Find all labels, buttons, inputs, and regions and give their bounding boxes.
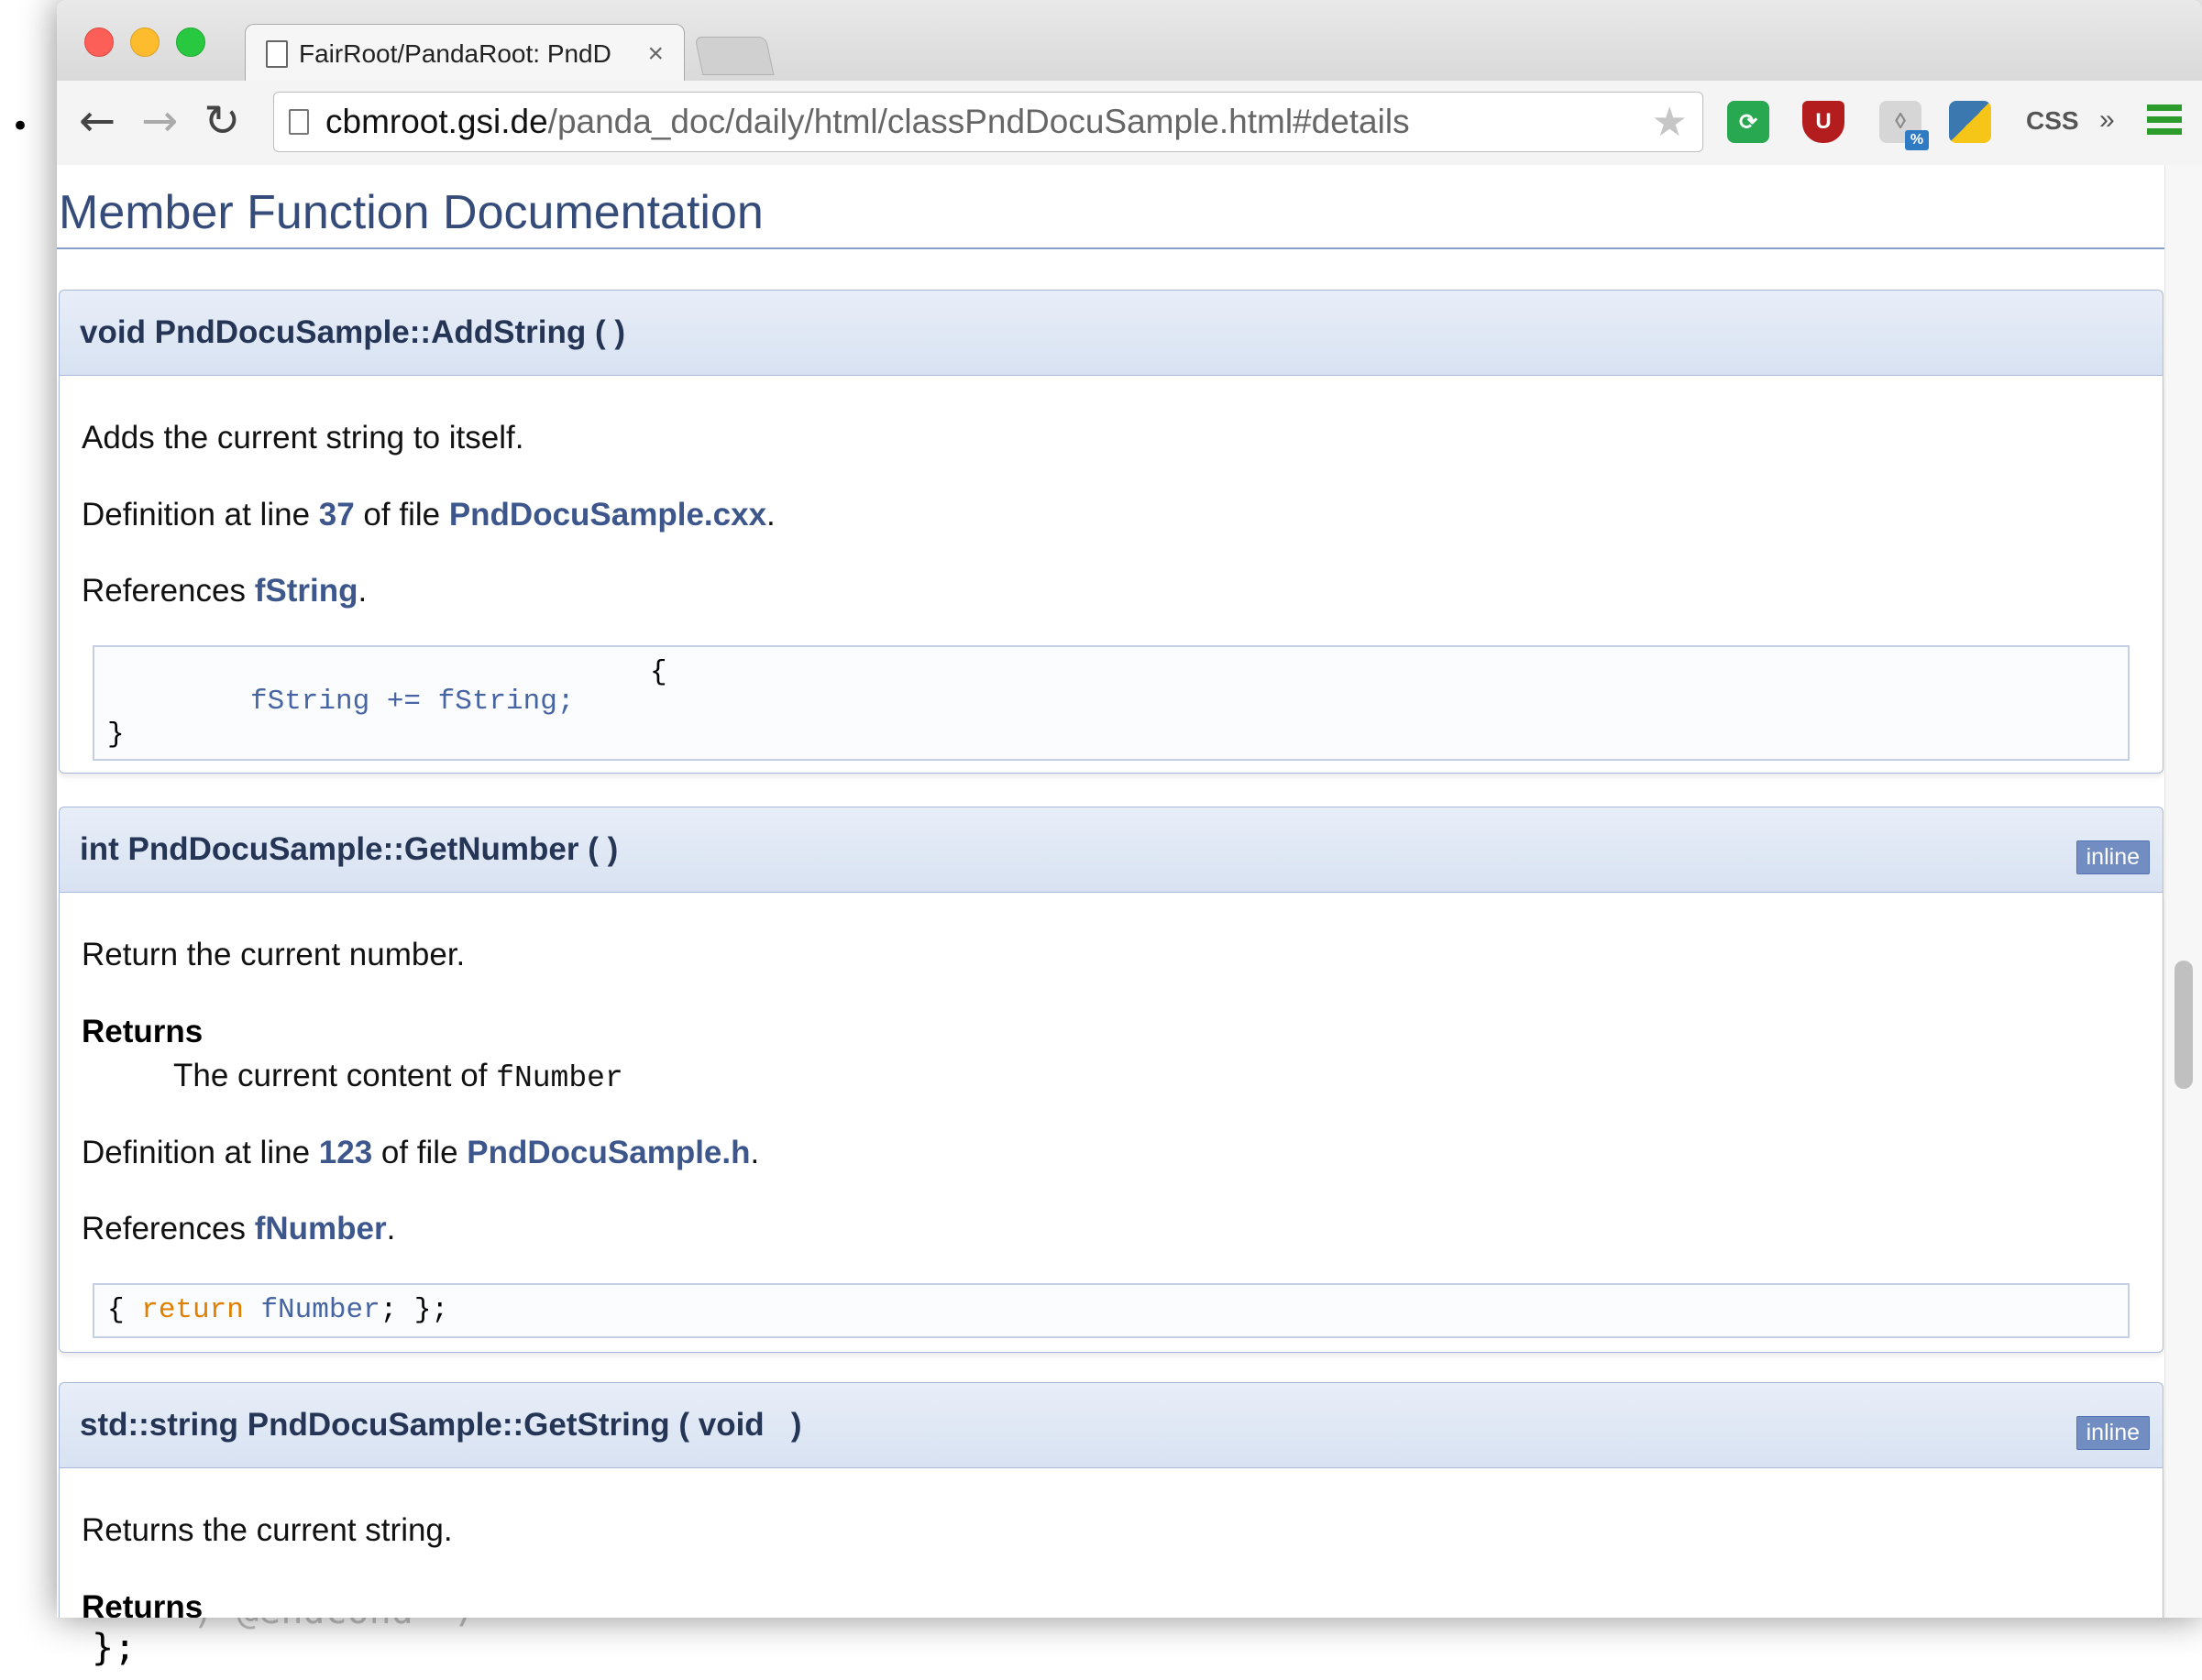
page-title: Member Function Documentation xyxy=(59,186,764,239)
code-fragment: { fString += fString; } xyxy=(93,645,2130,761)
code-line: { return fNumber; }; xyxy=(107,1294,449,1326)
member-doc: Return the current number. Returns The c… xyxy=(59,893,2163,1353)
member-doc: Returns the current string. Returns xyxy=(59,1468,2163,1618)
sync-extension-icon[interactable]: ⟳ xyxy=(1727,101,1769,143)
definition-line: Definition at line 123 of file PndDocuSa… xyxy=(82,1135,760,1170)
scrollbar-thumb[interactable] xyxy=(2174,961,2193,1089)
close-window-button[interactable] xyxy=(84,27,114,57)
minimize-window-button[interactable] xyxy=(130,27,160,57)
reference-link[interactable]: fNumber xyxy=(255,1211,387,1246)
tab-title: FairRoot/PandaRoot: PndD xyxy=(299,38,611,68)
menu-hamburger-icon[interactable] xyxy=(2147,104,2182,137)
definition-line: Definition at line 37 of file PndDocuSam… xyxy=(82,497,776,533)
browser-tab[interactable]: FairRoot/PandaRoot: PndD × xyxy=(245,24,685,82)
back-arrow-icon[interactable]: ← xyxy=(79,99,116,143)
page-content: Member Function Documentation void PndDo… xyxy=(57,165,2165,1618)
page-icon xyxy=(289,109,309,135)
reload-icon[interactable]: ↻ xyxy=(204,99,240,143)
signature-text: int PndDocuSample::GetNumber ( ) xyxy=(80,831,619,867)
code-brace-open: { xyxy=(650,656,667,688)
reference-link[interactable]: fString xyxy=(255,573,358,609)
code-brace-close: } xyxy=(107,719,125,751)
code-fragment: { return fNumber; }; xyxy=(93,1283,2130,1338)
zoom-window-button[interactable] xyxy=(176,27,205,57)
forward-arrow-icon[interactable]: → xyxy=(141,99,178,143)
member-signature: std::string PndDocuSample::GetString ( v… xyxy=(59,1382,2163,1468)
returns-code: fNumber xyxy=(496,1061,623,1095)
css-extension-icon[interactable]: CSS xyxy=(2026,106,2079,136)
code-statement[interactable]: fString += fString; xyxy=(250,686,574,718)
member-item: void PndDocuSample::AddString ( ) Adds t… xyxy=(59,290,2163,774)
title-bar: FairRoot/PandaRoot: PndD × xyxy=(57,0,2202,82)
member-doc: Adds the current string to itself. Defin… xyxy=(59,376,2163,774)
python-extension-icon[interactable] xyxy=(1949,101,1991,143)
background-code-closing: }; xyxy=(92,1627,137,1669)
signature-text: std::string PndDocuSample::GetString ( v… xyxy=(80,1407,802,1443)
shield-percent-extension-icon[interactable]: ◊% xyxy=(1879,101,1929,150)
inline-badge: inline xyxy=(2075,840,2150,874)
file-link[interactable]: PndDocuSample.cxx xyxy=(449,497,766,533)
ublock-shield-icon[interactable]: U xyxy=(1802,101,1844,143)
url-path: /panda_doc/daily/html/classPndDocuSample… xyxy=(547,103,1410,140)
member-item: std::string PndDocuSample::GetString ( v… xyxy=(59,1382,2163,1618)
brief-description: Return the current number. xyxy=(82,937,466,972)
url-text[interactable]: cbmroot.gsi.de/panda_doc/daily/html/clas… xyxy=(325,103,1410,141)
code-variable-link[interactable]: fNumber xyxy=(244,1294,380,1326)
browser-window: FairRoot/PandaRoot: PndD × ← → ↻ cbmroot… xyxy=(57,0,2202,1618)
code-keyword: return xyxy=(141,1294,244,1326)
line-number-link[interactable]: 123 xyxy=(319,1135,372,1170)
signature-text: void PndDocuSample::AddString ( ) xyxy=(80,314,625,350)
returns-label: Returns xyxy=(82,1014,204,1049)
brief-description: Adds the current string to itself. xyxy=(82,420,524,456)
returns-description: The current content of fNumber xyxy=(173,1058,623,1095)
url-host: cbmroot.gsi.de xyxy=(325,103,548,140)
brief-description: Returns the current string. xyxy=(82,1512,453,1548)
inline-badge: inline xyxy=(2075,1416,2150,1450)
line-number-link[interactable]: 37 xyxy=(319,497,355,533)
file-link[interactable]: PndDocuSample.h xyxy=(467,1135,750,1170)
member-signature: void PndDocuSample::AddString ( ) xyxy=(59,290,2163,376)
percent-badge: % xyxy=(1905,130,1929,150)
bookmark-star-icon[interactable]: ★ xyxy=(1652,99,1688,146)
heading-rule xyxy=(57,247,2165,249)
background-bullet: • xyxy=(11,108,30,145)
tab-close-button[interactable]: × xyxy=(647,38,664,70)
references-line: References fString. xyxy=(82,573,368,609)
browser-toolbar: ← → ↻ cbmroot.gsi.de/panda_doc/daily/htm… xyxy=(57,81,2202,166)
page-icon xyxy=(266,39,288,68)
address-bar[interactable]: cbmroot.gsi.de/panda_doc/daily/html/clas… xyxy=(273,92,1703,152)
member-signature: int PndDocuSample::GetNumber ( ) inline xyxy=(59,807,2163,893)
references-line: References fNumber. xyxy=(82,1211,396,1246)
vertical-scrollbar[interactable] xyxy=(2164,165,2202,1618)
new-tab-button[interactable] xyxy=(694,37,775,75)
member-item: int PndDocuSample::GetNumber ( ) inline … xyxy=(59,807,2163,1353)
returns-label: Returns xyxy=(82,1589,204,1618)
more-extensions-chevron-icon[interactable]: » xyxy=(2099,104,2115,136)
